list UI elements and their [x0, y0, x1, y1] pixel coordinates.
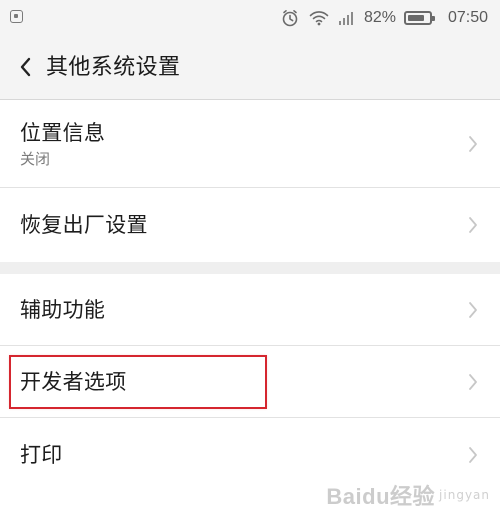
title-bar: 其他系统设置	[0, 36, 500, 100]
list-item-title: 打印	[20, 443, 63, 467]
battery-percentage: 82%	[363, 9, 396, 26]
alarm-icon	[280, 8, 300, 28]
status-bar: 82% 07:50	[0, 0, 500, 36]
print-item[interactable]: 打印	[0, 418, 500, 491]
chevron-right-icon	[469, 446, 477, 463]
status-right: 82% 07:50	[280, 5, 488, 31]
battery-fill	[408, 15, 425, 21]
list-item-subtitle: 关闭	[20, 150, 51, 168]
list-item-title: 辅助功能	[20, 298, 106, 322]
location-info-item[interactable]: 位置信息 关闭	[0, 100, 500, 188]
app-notification-icon	[10, 10, 23, 23]
list-item-title: 开发者选项	[20, 370, 127, 394]
section-gap	[0, 262, 500, 274]
wifi-icon	[308, 9, 330, 27]
page-title: 其他系统设置	[46, 55, 181, 80]
settings-section-bottom: 辅助功能 开发者选项 打印	[0, 274, 500, 520]
list-item-title: 位置信息	[20, 121, 106, 145]
back-button[interactable]	[12, 48, 40, 86]
chevron-left-icon	[20, 57, 31, 77]
chevron-right-icon	[469, 135, 477, 152]
factory-reset-item[interactable]: 恢复出厂设置	[0, 188, 500, 262]
status-time: 07:50	[447, 9, 488, 26]
chevron-right-icon	[469, 301, 477, 318]
developer-options-item[interactable]: 开发者选项	[0, 346, 500, 418]
signal-icon	[338, 10, 354, 26]
list-item-title: 恢复出厂设置	[20, 213, 148, 237]
chevron-right-icon	[469, 373, 477, 390]
chevron-right-icon	[469, 217, 477, 233]
battery-icon	[404, 11, 435, 25]
settings-section-top: 位置信息 关闭 恢复出厂设置	[0, 100, 500, 262]
accessibility-item[interactable]: 辅助功能	[0, 274, 500, 346]
